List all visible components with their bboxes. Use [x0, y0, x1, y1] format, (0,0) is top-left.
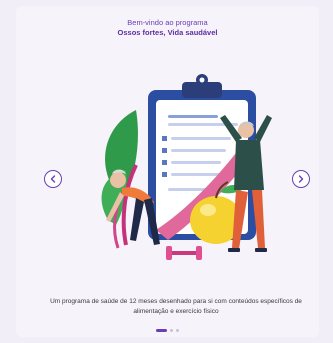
carousel-next-button[interactable]	[292, 170, 310, 188]
carousel-description: Um programa de saúde de 12 meses desenha…	[50, 298, 302, 315]
carousel-pagination	[16, 329, 319, 332]
page-frame: Bem-vindo ao programa Ossos fortes, Vida…	[0, 0, 333, 343]
carousel-dot-1[interactable]	[156, 329, 167, 332]
carousel-dot-3[interactable]	[176, 329, 179, 332]
carousel-prev-button[interactable]	[44, 170, 62, 188]
header: Bem-vindo ao programa Ossos fortes, Vida…	[16, 18, 319, 38]
chevron-right-icon	[298, 175, 304, 183]
program-title: Ossos fortes, Vida saudável	[117, 28, 218, 37]
dumbbell	[166, 246, 202, 260]
fitness-illustration	[101, 74, 272, 260]
chevron-left-icon	[50, 175, 56, 183]
carousel-dot-2[interactable]	[170, 329, 173, 332]
onboarding-card: Bem-vindo ao programa Ossos fortes, Vida…	[16, 6, 319, 337]
welcome-text: Bem-vindo ao programa	[127, 18, 208, 27]
